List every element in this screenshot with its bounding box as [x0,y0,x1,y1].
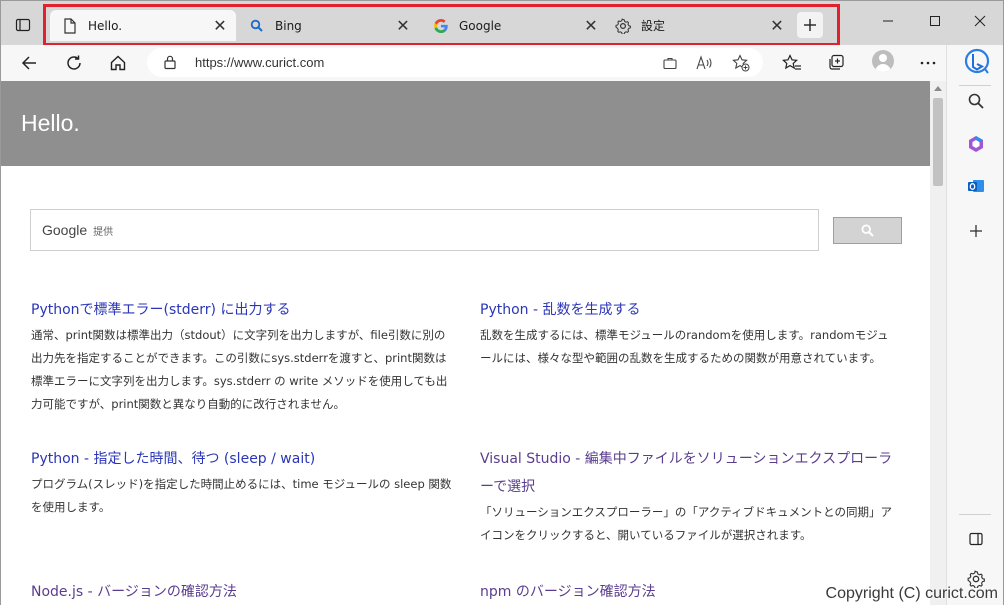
article-excerpt: プログラム(スレッド)を指定した時間止めるには、time モジュールの slee… [31,477,452,514]
minimize-button[interactable] [873,9,903,33]
site-title[interactable]: Hello. [21,110,80,137]
tab-actions-menu-button[interactable] [11,13,35,37]
scroll-up-arrow-icon[interactable] [934,86,942,91]
tab-actions-icon [15,18,31,32]
close-icon [974,15,986,27]
sidebar-toggle-icon [969,532,983,546]
tabs-highlight-frame [43,4,840,46]
outlook-icon [968,180,984,192]
article-title-link[interactable]: Visual Studio - 編集中ファイルをソリューションエクスプローラーで… [480,445,900,501]
close-window-button[interactable] [965,9,995,33]
profile-avatar[interactable] [872,50,894,72]
bing-chat-button[interactable] [963,47,991,77]
article-title-link[interactable]: Python - 乱数を生成する [480,296,895,324]
article-excerpt: 通常、print関数は標準出力（stdout）に文字列を出力しますが、file引… [31,328,448,411]
scrollbar-thumb[interactable] [933,98,943,186]
page-scrollbar[interactable] [930,81,946,605]
lock-icon[interactable] [163,54,177,74]
search-input[interactable]: Google 提供 [30,209,819,251]
read-aloud-icon[interactable] [695,53,715,73]
article-card: Python - 乱数を生成する 乱数を生成するには、標準モジュールのrando… [480,296,895,370]
collections-button[interactable] [823,49,851,77]
home-icon [110,55,126,71]
article-excerpt: 乱数を生成するには、標準モジュールのrandomを使用します。randomモジュ… [480,328,889,365]
web-page-viewport: Hello. Google 提供 Pythonで標準エラー(stderr) に出力… [0,81,930,605]
sidebar-office-button[interactable] [963,131,989,157]
search-brand-sub: 提供 [93,227,114,238]
article-card: Node.js - バージョンの確認方法 [31,578,455,605]
article-title-link[interactable]: Node.js - バージョンの確認方法 [31,578,455,605]
favorites-button[interactable] [778,49,806,77]
search-icon [861,224,874,237]
sidebar-add-button[interactable] [963,218,989,244]
search-icon [968,93,984,109]
article-title-link[interactable]: Pythonで標準エラー(stderr) に出力する [31,296,455,324]
settings-and-more-button[interactable] [914,49,942,77]
google-custom-search-watermark: Google 提供 [42,222,113,238]
search-brand-label: Google [42,222,88,238]
back-button[interactable] [15,49,43,77]
address-bar[interactable]: https://www.curict.com [147,48,763,77]
sidebar-divider [959,514,991,515]
article-card: Python - 指定した時間、待つ (sleep / wait) プログラム(… [31,445,455,519]
url-text[interactable]: https://www.curict.com [195,55,324,70]
sidebar-search-button[interactable] [963,88,989,114]
hide-sidebar-button[interactable] [963,526,989,552]
edge-sidebar [946,45,1004,605]
sidebar-divider [959,85,991,86]
search-button[interactable] [833,217,902,244]
more-dots-icon [920,61,936,65]
office-icon [969,136,983,152]
maximize-button[interactable] [920,9,950,33]
favorites-icon [782,54,801,70]
back-arrow-icon [21,56,36,70]
add-favorite-icon[interactable] [731,53,751,73]
article-card: Visual Studio - 編集中ファイルをソリューションエクスプローラーで… [480,445,900,547]
refresh-icon [67,55,81,70]
bing-copilot-icon [964,48,990,74]
app-available-icon[interactable] [660,53,680,73]
article-excerpt: 「ソリューションエクスプローラー」の「アクティブドキュメントとの同期」アイコンを… [480,505,893,542]
title-bar: Hello. ✕ Bing ✕ Google ✕ 設定 ✕ [0,0,1004,46]
plus-icon [970,225,982,237]
home-button[interactable] [104,49,132,77]
site-header: Hello. [1,81,930,166]
sidebar-outlook-button[interactable] [963,173,989,199]
refresh-button[interactable] [60,49,88,77]
maximize-icon [930,16,940,26]
navigation-toolbar: https://www.curict.com [0,45,1004,81]
minimize-icon [883,20,893,22]
article-card: Pythonで標準エラー(stderr) に出力する 通常、print関数は標準… [31,296,455,416]
collections-icon [829,54,844,70]
article-title-link[interactable]: Python - 指定した時間、待つ (sleep / wait) [31,445,455,473]
copyright-watermark: Copyright (C) curict.com [825,585,998,602]
